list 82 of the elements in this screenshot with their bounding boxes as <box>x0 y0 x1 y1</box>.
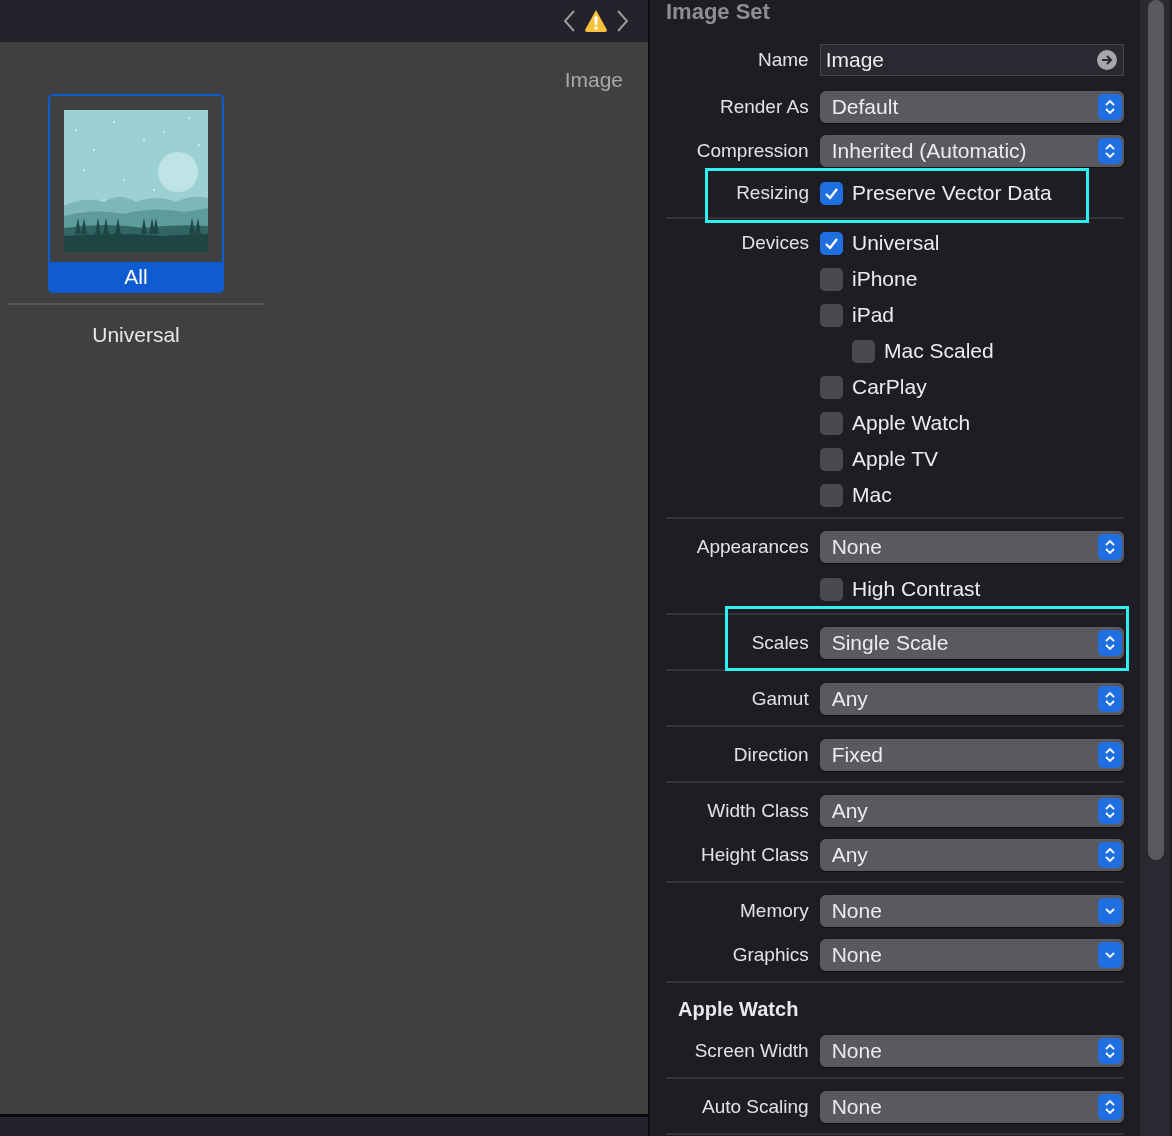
checkbox[interactable] <box>820 483 843 507</box>
popup-value: Fixed <box>831 742 884 769</box>
popup-value: Single Scale <box>831 630 949 657</box>
up-down-chevron-icon <box>1102 846 1118 864</box>
popup-button[interactable]: Single Scale <box>819 627 1124 659</box>
popup-value: None <box>831 898 882 925</box>
checkbox-label[interactable]: Mac Scaled <box>884 335 994 367</box>
checkbox[interactable] <box>852 339 875 363</box>
field-label: Scales <box>750 630 809 655</box>
popup-value: Any <box>831 842 868 869</box>
checkbox-label[interactable]: Mac <box>852 479 892 511</box>
field-label: Render As <box>718 94 809 119</box>
checkbox[interactable] <box>820 303 843 327</box>
checkbox[interactable] <box>820 267 843 291</box>
popup-button[interactable]: Inherited (Automatic) <box>819 135 1124 167</box>
checkbox-label[interactable]: Preserve Vector Data <box>852 177 1052 209</box>
popup-value: Inherited (Automatic) <box>831 138 1027 165</box>
field-label: Graphics <box>731 942 809 967</box>
section-heading: Apple Watch <box>677 997 799 1022</box>
field-label: Gamut <box>750 686 809 711</box>
up-down-chevron-icon <box>1102 634 1118 652</box>
field-label: Appearances <box>695 534 809 559</box>
chevron-right-icon[interactable] <box>616 9 630 33</box>
field-label: Name <box>757 47 809 72</box>
popup-button[interactable]: None <box>819 939 1124 971</box>
popup-value: None <box>831 1038 882 1065</box>
field-label: Height Class <box>699 842 809 867</box>
up-down-chevron-icon <box>1102 1042 1118 1060</box>
popup-button[interactable]: Any <box>819 839 1124 871</box>
popup-value: None <box>831 534 882 561</box>
chevron-left-icon[interactable] <box>562 9 576 33</box>
checkbox-label[interactable]: iPhone <box>852 263 918 295</box>
image-thumbnail[interactable]: All <box>48 94 224 293</box>
field-label: Compression <box>695 138 809 163</box>
inspector-title: Image Set <box>666 0 771 26</box>
checkbox[interactable] <box>820 411 843 435</box>
up-down-chevron-icon <box>1102 690 1118 708</box>
checkbox-label[interactable]: High Contrast <box>852 573 981 605</box>
checkbox[interactable] <box>820 447 843 471</box>
checkbox-label[interactable]: Apple Watch <box>852 407 971 439</box>
popup-button[interactable]: Fixed <box>819 739 1124 771</box>
popup-value: Default <box>831 94 899 121</box>
field-label: Width Class <box>706 798 809 823</box>
thumbnail-label: All <box>50 262 222 291</box>
popup-button[interactable]: None <box>819 531 1124 563</box>
checkbox-label[interactable]: Apple TV <box>852 443 938 475</box>
up-down-chevron-icon <box>1102 98 1118 116</box>
checkbox[interactable] <box>820 181 843 205</box>
popup-value: None <box>831 1094 882 1121</box>
popup-button[interactable]: None <box>819 1091 1124 1123</box>
scrollbar-thumb[interactable] <box>1148 0 1164 860</box>
up-down-chevron-icon <box>1102 802 1118 820</box>
up-down-chevron-icon <box>1102 746 1118 764</box>
field-label: Direction <box>732 742 809 767</box>
checkbox-label[interactable]: CarPlay <box>852 371 927 403</box>
field-label: Auto Scaling <box>701 1094 809 1119</box>
popup-button[interactable]: Any <box>819 683 1124 715</box>
field-label: Screen Width <box>693 1038 809 1063</box>
popup-value: Any <box>831 686 868 713</box>
up-down-chevron-icon <box>1102 142 1118 160</box>
checkbox-label[interactable]: Universal <box>852 227 940 259</box>
popup-button[interactable]: None <box>819 895 1124 927</box>
up-down-chevron-icon <box>1102 1098 1118 1116</box>
name-field[interactable]: Image <box>819 44 1124 76</box>
arrow-circle-icon[interactable] <box>1097 50 1117 70</box>
checkbox[interactable] <box>820 577 843 601</box>
field-value: Image <box>825 47 885 74</box>
field-label: Devices <box>740 230 809 255</box>
checkbox[interactable] <box>820 231 843 255</box>
field-label: Resizing <box>735 180 809 205</box>
popup-button[interactable]: None <box>819 1035 1124 1067</box>
popup-value: None <box>831 942 882 969</box>
group-label: Universal <box>92 322 180 348</box>
slot-title: Image <box>564 67 623 93</box>
checkbox-label[interactable]: iPad <box>852 299 895 331</box>
popup-button[interactable]: Default <box>819 91 1124 123</box>
warning-icon[interactable] <box>584 9 608 33</box>
popup-button[interactable]: Any <box>819 795 1124 827</box>
up-down-chevron-icon <box>1102 538 1118 556</box>
field-label: Memory <box>739 898 809 923</box>
popup-value: Any <box>831 798 868 825</box>
checkbox[interactable] <box>820 375 843 399</box>
